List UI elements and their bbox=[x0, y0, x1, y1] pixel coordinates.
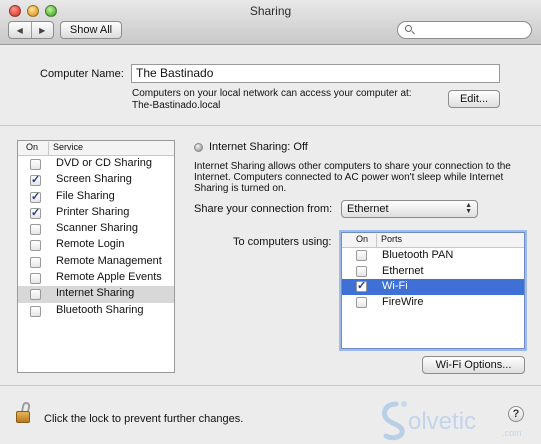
service-checkbox[interactable] bbox=[30, 256, 41, 268]
port-label: Wi-Fi bbox=[382, 280, 408, 292]
service-label: Remote Login bbox=[56, 238, 125, 251]
lock-message: Click the lock to prevent further change… bbox=[44, 413, 244, 425]
service-row-internet-sharing[interactable]: Internet Sharing bbox=[18, 286, 174, 303]
port-checkbox[interactable] bbox=[356, 265, 367, 277]
port-checkbox[interactable] bbox=[356, 279, 367, 292]
help-button[interactable]: ? bbox=[508, 406, 524, 422]
port-row-wifi[interactable]: Wi-Fi bbox=[342, 279, 524, 295]
service-checkbox[interactable] bbox=[30, 289, 41, 301]
edit-button[interactable]: Edit... bbox=[448, 90, 500, 108]
search-input[interactable] bbox=[397, 21, 532, 39]
status-indicator-icon bbox=[194, 143, 203, 152]
sharing-window: Sharing ◀ ▶ Show All Computer Name: The … bbox=[0, 0, 541, 444]
network-info-line1: Computers on your local network can acce… bbox=[132, 88, 412, 99]
service-row-remote-login[interactable]: Remote Login bbox=[18, 237, 174, 253]
service-list: On Service DVD or CD Sharing Screen Shar… bbox=[17, 140, 175, 373]
service-checkbox[interactable] bbox=[30, 273, 41, 285]
to-computers-label: To computers using: bbox=[233, 236, 332, 248]
section-divider bbox=[0, 125, 541, 126]
wifi-options-button[interactable]: Wi-Fi Options... bbox=[422, 356, 525, 374]
service-label: Screen Sharing bbox=[56, 173, 132, 186]
service-row-dvd-cd-sharing[interactable]: DVD or CD Sharing bbox=[18, 156, 174, 172]
ports-list: On Ports Bluetooth PAN Ethernet Wi-Fi Fi… bbox=[341, 232, 525, 349]
service-checkbox[interactable] bbox=[30, 206, 41, 219]
service-row-scanner-sharing[interactable]: Scanner Sharing bbox=[18, 221, 174, 237]
service-label: Bluetooth Sharing bbox=[56, 303, 144, 316]
back-forward-control: ◀ ▶ bbox=[8, 21, 54, 39]
service-label: Scanner Sharing bbox=[56, 222, 138, 235]
port-label: Bluetooth PAN bbox=[382, 249, 454, 261]
window-title: Sharing bbox=[249, 4, 292, 18]
service-label: DVD or CD Sharing bbox=[56, 157, 152, 169]
watermark-text: olvetic bbox=[408, 408, 477, 435]
port-row-bluetooth-pan[interactable]: Bluetooth PAN bbox=[342, 248, 524, 264]
local-address: The-Bastinado.local bbox=[132, 100, 221, 111]
service-row-remote-apple-events[interactable]: Remote Apple Events bbox=[18, 270, 174, 286]
service-label: Remote Management bbox=[56, 254, 162, 267]
service-checkbox[interactable] bbox=[30, 173, 41, 187]
service-label: File Sharing bbox=[56, 189, 115, 202]
ports-list-header: On Ports bbox=[342, 233, 524, 248]
watermark-suffix: .com bbox=[502, 428, 522, 438]
sharing-status-title: Internet Sharing: Off bbox=[209, 141, 308, 153]
share-from-label: Share your connection from: bbox=[194, 203, 333, 215]
port-checkbox[interactable] bbox=[356, 250, 367, 261]
header-ports: Ports bbox=[376, 234, 402, 247]
header-on: On bbox=[26, 142, 39, 152]
search-icon bbox=[405, 25, 412, 32]
computer-name-label: Computer Name: bbox=[40, 68, 124, 80]
lock-icon[interactable] bbox=[16, 401, 31, 424]
footer-divider bbox=[0, 385, 541, 386]
service-checkbox[interactable] bbox=[30, 305, 41, 317]
service-label: Remote Apple Events bbox=[56, 271, 162, 284]
port-row-firewire[interactable]: FireWire bbox=[342, 295, 524, 311]
service-row-bluetooth-sharing[interactable]: Bluetooth Sharing bbox=[18, 303, 174, 319]
share-from-select[interactable]: Ethernet ▲ ▼ bbox=[341, 200, 478, 218]
port-row-ethernet[interactable]: Ethernet bbox=[342, 264, 524, 280]
service-list-header: On Service bbox=[18, 141, 174, 156]
service-row-screen-sharing[interactable]: Screen Sharing bbox=[18, 172, 174, 188]
header-service: Service bbox=[48, 142, 83, 155]
header-on: On bbox=[356, 234, 369, 244]
service-checkbox[interactable] bbox=[30, 240, 41, 252]
service-row-printer-sharing[interactable]: Printer Sharing bbox=[18, 205, 174, 221]
service-label: Printer Sharing bbox=[56, 205, 130, 218]
port-label: Ethernet bbox=[382, 264, 424, 277]
service-label: Internet Sharing bbox=[56, 287, 135, 300]
service-checkbox[interactable] bbox=[30, 159, 41, 170]
port-label: FireWire bbox=[382, 295, 424, 308]
title-bar: Sharing ◀ ▶ Show All bbox=[0, 0, 541, 45]
share-from-value: Ethernet bbox=[347, 203, 389, 215]
service-checkbox[interactable] bbox=[30, 224, 41, 236]
service-row-remote-management[interactable]: Remote Management bbox=[18, 254, 174, 270]
back-icon[interactable]: ◀ bbox=[9, 22, 32, 38]
port-checkbox[interactable] bbox=[356, 296, 367, 308]
service-row-file-sharing[interactable]: File Sharing bbox=[18, 189, 174, 205]
updown-arrows-icon: ▲ ▼ bbox=[465, 202, 472, 215]
forward-icon[interactable]: ▶ bbox=[32, 22, 54, 38]
description-line3: Sharing is turned on. bbox=[194, 183, 287, 194]
show-all-button[interactable]: Show All bbox=[60, 21, 122, 39]
service-checkbox[interactable] bbox=[30, 190, 41, 203]
computer-name-field[interactable]: The Bastinado bbox=[131, 64, 500, 83]
